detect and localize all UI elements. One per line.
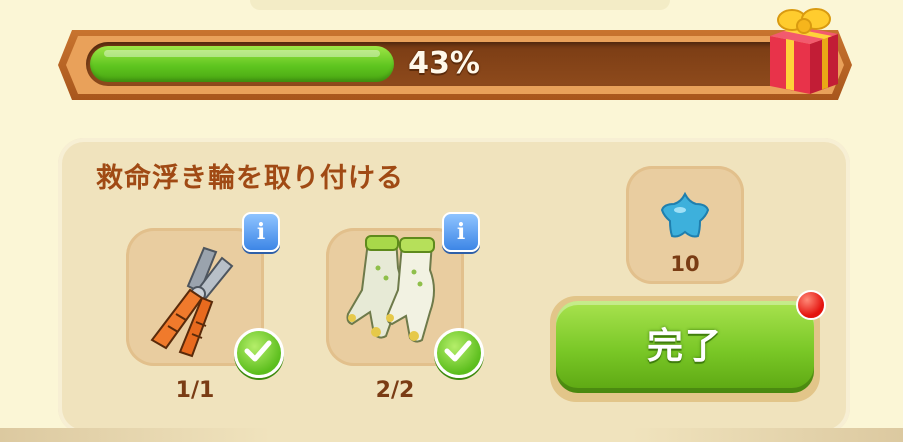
progress-bar: 43% [86, 42, 802, 86]
complete-button-label: 完了 [646, 326, 723, 367]
complete-button[interactable]: 完了 [550, 296, 820, 402]
info-button-gloves[interactable]: i [442, 212, 480, 252]
check-icon-pliers [234, 328, 284, 378]
requirement-count-gloves: 2/2 [375, 378, 415, 403]
blue-star-icon [660, 191, 710, 238]
info-button-pliers[interactable]: i [242, 212, 280, 252]
check-icon-gloves [434, 328, 484, 378]
reward-count: 10 [670, 252, 700, 276]
gift-box-icon[interactable] [762, 4, 842, 96]
task-title: 救命浮き輪を取り付ける [96, 163, 404, 194]
complete-button-face: 完了 [556, 301, 814, 393]
progress-percent: 43% [408, 46, 480, 81]
bottom-decoration [0, 428, 903, 442]
notification-dot [796, 290, 826, 320]
top-decoration [250, 0, 670, 10]
requirement-count-pliers: 1/1 [175, 378, 215, 403]
